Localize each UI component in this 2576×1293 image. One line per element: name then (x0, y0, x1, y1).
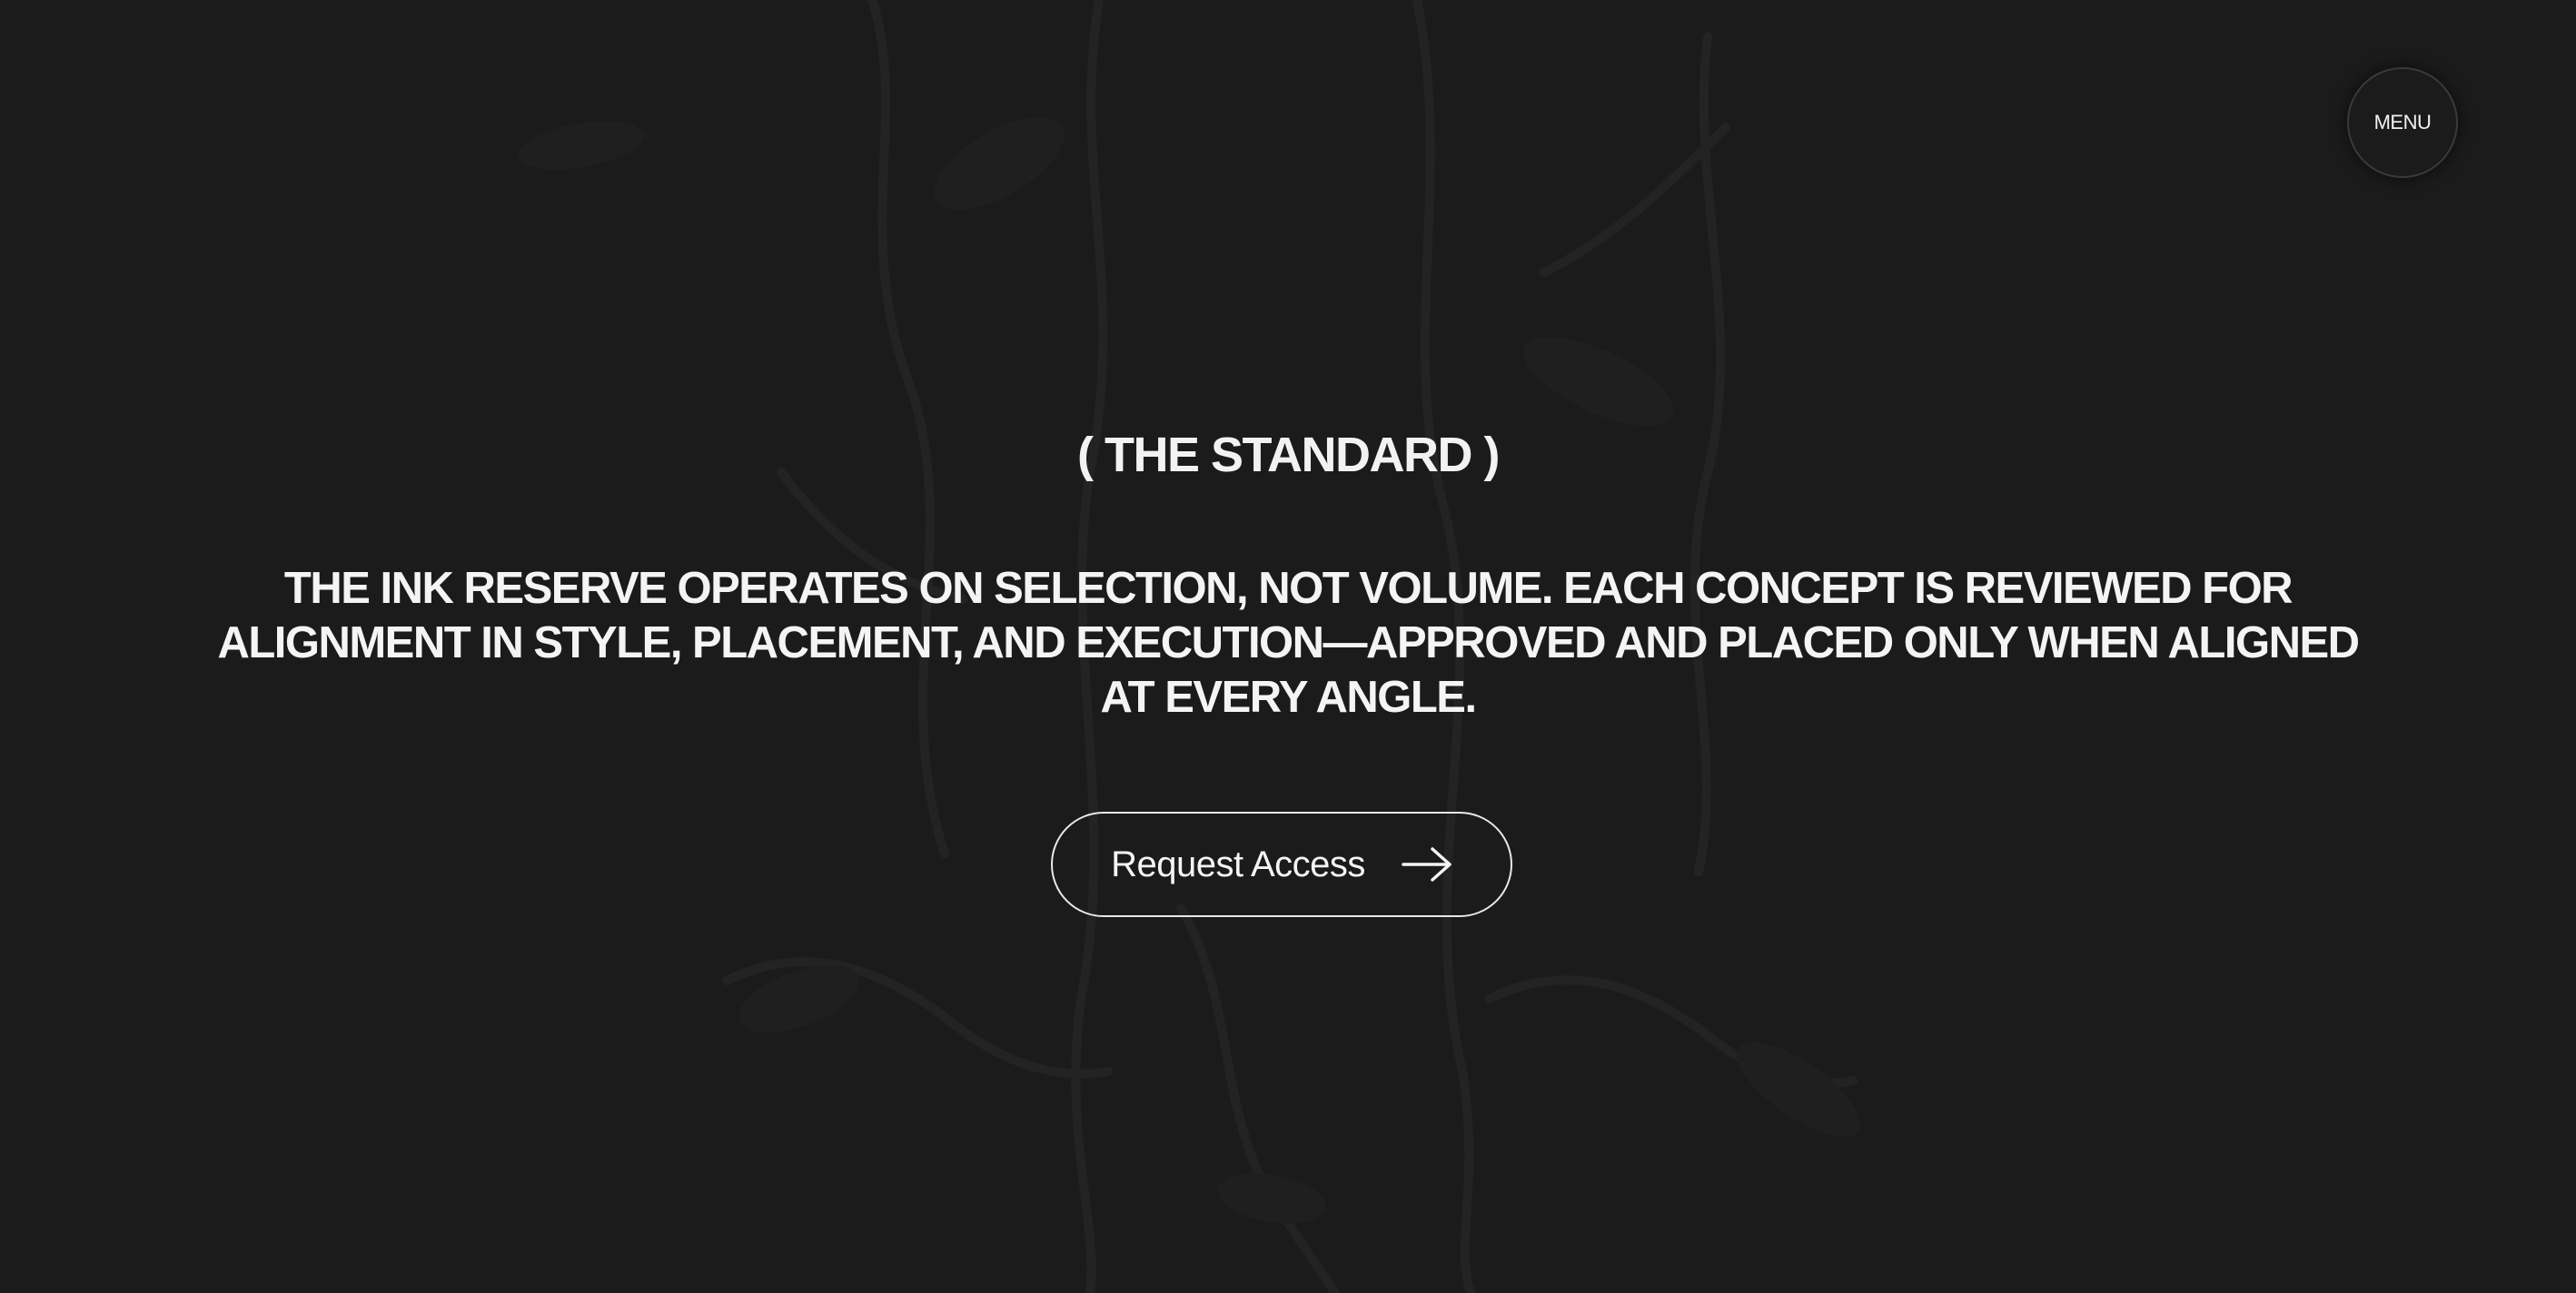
menu-button[interactable]: MENU (2347, 67, 2458, 178)
request-access-label: Request Access (1111, 844, 1365, 884)
page: MENU ( THE STANDARD ) THE INK RESERVE OP… (0, 0, 2576, 1293)
request-access-button[interactable]: Request Access (1051, 812, 1512, 917)
statement-text: THE INK RESERVE OPERATES ON SELECTION, N… (217, 564, 2360, 722)
arrow-right-icon (1402, 846, 1452, 883)
section-eyebrow: ( THE STANDARD ) (1077, 428, 1500, 482)
